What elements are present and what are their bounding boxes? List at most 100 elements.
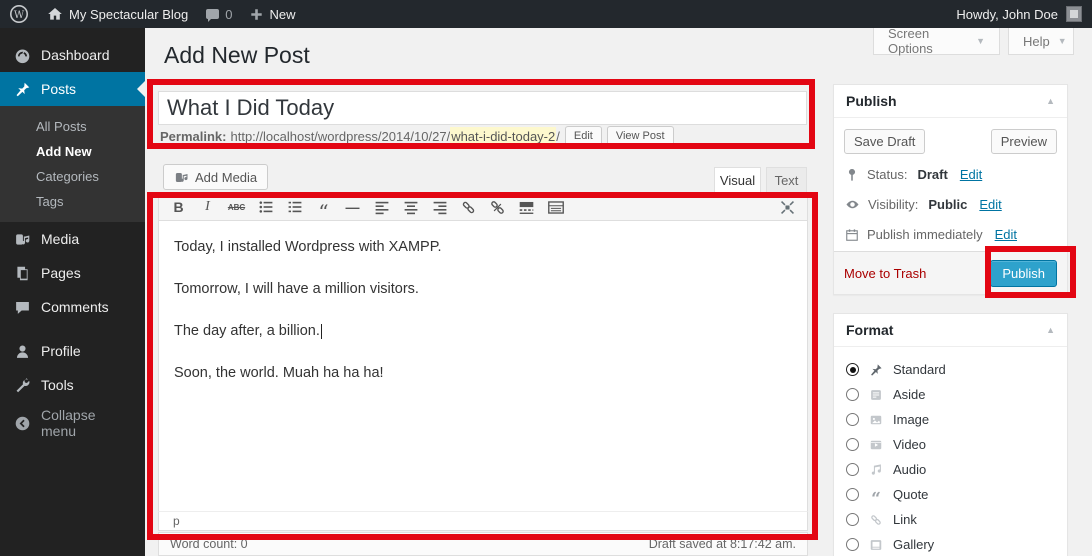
edit-schedule-link[interactable]: Edit bbox=[995, 227, 1017, 242]
sidebar-label: Profile bbox=[41, 343, 81, 359]
sidebar-item-media[interactable]: Media bbox=[0, 222, 145, 256]
sidebar-item-pages[interactable]: Pages bbox=[0, 256, 145, 290]
element-path[interactable]: p bbox=[173, 514, 180, 528]
help-tab[interactable]: Help ▼ bbox=[1008, 28, 1074, 55]
radio-unchecked[interactable] bbox=[846, 413, 859, 426]
remove-link-icon[interactable] bbox=[484, 195, 511, 219]
status-value: Draft bbox=[917, 167, 947, 182]
sidebar-item-dashboard[interactable]: Dashboard bbox=[0, 38, 145, 72]
permalink-slug[interactable]: what-i-did-today-2 bbox=[450, 127, 556, 146]
align-left-icon[interactable] bbox=[368, 195, 395, 219]
sidebar-item-tags[interactable]: Tags bbox=[0, 189, 145, 214]
publish-panel-header[interactable]: Publish ▲ bbox=[834, 85, 1067, 118]
distraction-free-icon[interactable] bbox=[774, 195, 801, 219]
text-cursor bbox=[321, 324, 322, 339]
dashboard-icon bbox=[14, 47, 31, 64]
editor-status-bar: Word count: 0 Draft saved at 8:17:42 am. bbox=[158, 532, 808, 556]
radio-unchecked[interactable] bbox=[846, 438, 859, 451]
format-option-standard[interactable]: Standard bbox=[846, 357, 1055, 382]
sidebar-item-tools[interactable]: Tools bbox=[0, 368, 145, 402]
edit-visibility-link[interactable]: Edit bbox=[979, 197, 1001, 212]
format-option-video[interactable]: Video bbox=[846, 432, 1055, 457]
sidebar-item-add-new[interactable]: Add New bbox=[0, 139, 145, 164]
move-to-trash-link[interactable]: Move to Trash bbox=[844, 266, 926, 281]
add-media-label: Add Media bbox=[195, 170, 257, 185]
new-content-menu[interactable]: New bbox=[241, 0, 304, 28]
schedule-row: Publish immediately Edit bbox=[845, 227, 1017, 242]
radio-checked[interactable] bbox=[846, 363, 859, 376]
radio-unchecked[interactable] bbox=[846, 463, 859, 476]
screen-options-label: Screen Options bbox=[888, 26, 968, 56]
sidebar-label: Collapse menu bbox=[41, 407, 131, 439]
insert-more-tag-icon[interactable] bbox=[513, 195, 540, 219]
horizontal-rule-icon[interactable]: — bbox=[339, 195, 366, 219]
comments-menu[interactable]: 0 bbox=[197, 0, 241, 28]
strikethrough-icon[interactable]: ABC bbox=[223, 195, 250, 219]
post-editor: B I ABC “ — bbox=[158, 193, 808, 531]
blockquote-icon[interactable]: “ bbox=[310, 195, 337, 219]
insert-link-icon[interactable] bbox=[455, 195, 482, 219]
chevron-down-icon: ▼ bbox=[976, 36, 985, 46]
gallery-icon bbox=[868, 538, 884, 552]
site-name: My Spectacular Blog bbox=[69, 7, 188, 22]
format-option-audio[interactable]: Audio bbox=[846, 457, 1055, 482]
sidebar-item-categories[interactable]: Categories bbox=[0, 164, 145, 189]
bold-icon[interactable]: B bbox=[165, 195, 192, 219]
screen-options-tab[interactable]: Screen Options ▼ bbox=[873, 28, 1000, 55]
format-option-gallery[interactable]: Gallery bbox=[846, 532, 1055, 556]
toolbar-toggle-icon[interactable] bbox=[542, 195, 569, 219]
publish-button[interactable]: Publish bbox=[990, 260, 1057, 287]
wordpress-logo-menu[interactable]: W bbox=[0, 0, 38, 28]
media-icon bbox=[14, 231, 31, 248]
format-label: Aside bbox=[893, 387, 926, 402]
preview-button[interactable]: Preview bbox=[991, 129, 1057, 154]
radio-unchecked[interactable] bbox=[846, 513, 859, 526]
site-name-menu[interactable]: My Spectacular Blog bbox=[38, 0, 197, 28]
status-row: Status: Draft Edit bbox=[845, 167, 982, 182]
format-option-link[interactable]: Link bbox=[846, 507, 1055, 532]
format-label: Image bbox=[893, 412, 929, 427]
sidebar-separator bbox=[0, 324, 145, 334]
numbered-list-icon[interactable] bbox=[281, 195, 308, 219]
bulleted-list-icon[interactable] bbox=[252, 195, 279, 219]
radio-unchecked[interactable] bbox=[846, 488, 859, 501]
sidebar-item-collapse-menu[interactable]: Collapse menu bbox=[0, 406, 145, 440]
account-menu[interactable]: Howdy, John Doe bbox=[956, 6, 1092, 22]
publish-panel-title: Publish bbox=[846, 93, 897, 109]
comments-count: 0 bbox=[225, 7, 232, 22]
sidebar-item-comments[interactable]: Comments bbox=[0, 290, 145, 324]
sidebar-item-all-posts[interactable]: All Posts bbox=[0, 114, 145, 139]
visibility-row: Visibility: Public Edit bbox=[845, 197, 1002, 212]
radio-unchecked[interactable] bbox=[846, 388, 859, 401]
collapse-toggle-icon[interactable]: ▲ bbox=[1046, 96, 1055, 106]
edit-status-link[interactable]: Edit bbox=[960, 167, 982, 182]
format-option-image[interactable]: Image bbox=[846, 407, 1055, 432]
italic-icon[interactable]: I bbox=[194, 195, 221, 219]
align-center-icon[interactable] bbox=[397, 195, 424, 219]
sidebar-item-posts[interactable]: Posts bbox=[0, 72, 145, 106]
tab-text[interactable]: Text bbox=[766, 167, 807, 194]
video-icon bbox=[868, 438, 884, 452]
save-draft-button[interactable]: Save Draft bbox=[844, 129, 925, 154]
radio-unchecked[interactable] bbox=[846, 538, 859, 551]
sidebar-item-profile[interactable]: Profile bbox=[0, 334, 145, 368]
editor-content-area[interactable]: Today, I installed Wordpress with XAMPP.… bbox=[158, 221, 808, 511]
tab-visual[interactable]: Visual bbox=[714, 167, 761, 194]
editor-paragraph: Soon, the world. Muah ha ha ha! bbox=[174, 363, 792, 384]
collapse-toggle-icon[interactable]: ▲ bbox=[1046, 325, 1055, 335]
format-option-aside[interactable]: Aside bbox=[846, 382, 1055, 407]
add-media-icon bbox=[174, 170, 189, 185]
view-post-button[interactable]: View Post bbox=[607, 126, 674, 146]
collapse-arrow-icon bbox=[14, 415, 31, 432]
sidebar-label: Dashboard bbox=[41, 47, 110, 63]
post-title-input[interactable] bbox=[158, 91, 807, 125]
edit-permalink-button[interactable]: Edit bbox=[565, 126, 602, 146]
pages-icon bbox=[14, 265, 31, 282]
align-right-icon[interactable] bbox=[426, 195, 453, 219]
tools-icon bbox=[14, 377, 31, 394]
help-label: Help bbox=[1023, 34, 1050, 49]
publish-panel: Publish ▲ Save Draft Preview Status: Dra… bbox=[833, 84, 1068, 295]
format-panel-header[interactable]: Format ▲ bbox=[834, 314, 1067, 347]
add-media-button[interactable]: Add Media bbox=[163, 164, 268, 190]
format-option-quote[interactable]: “ Quote bbox=[846, 482, 1055, 507]
